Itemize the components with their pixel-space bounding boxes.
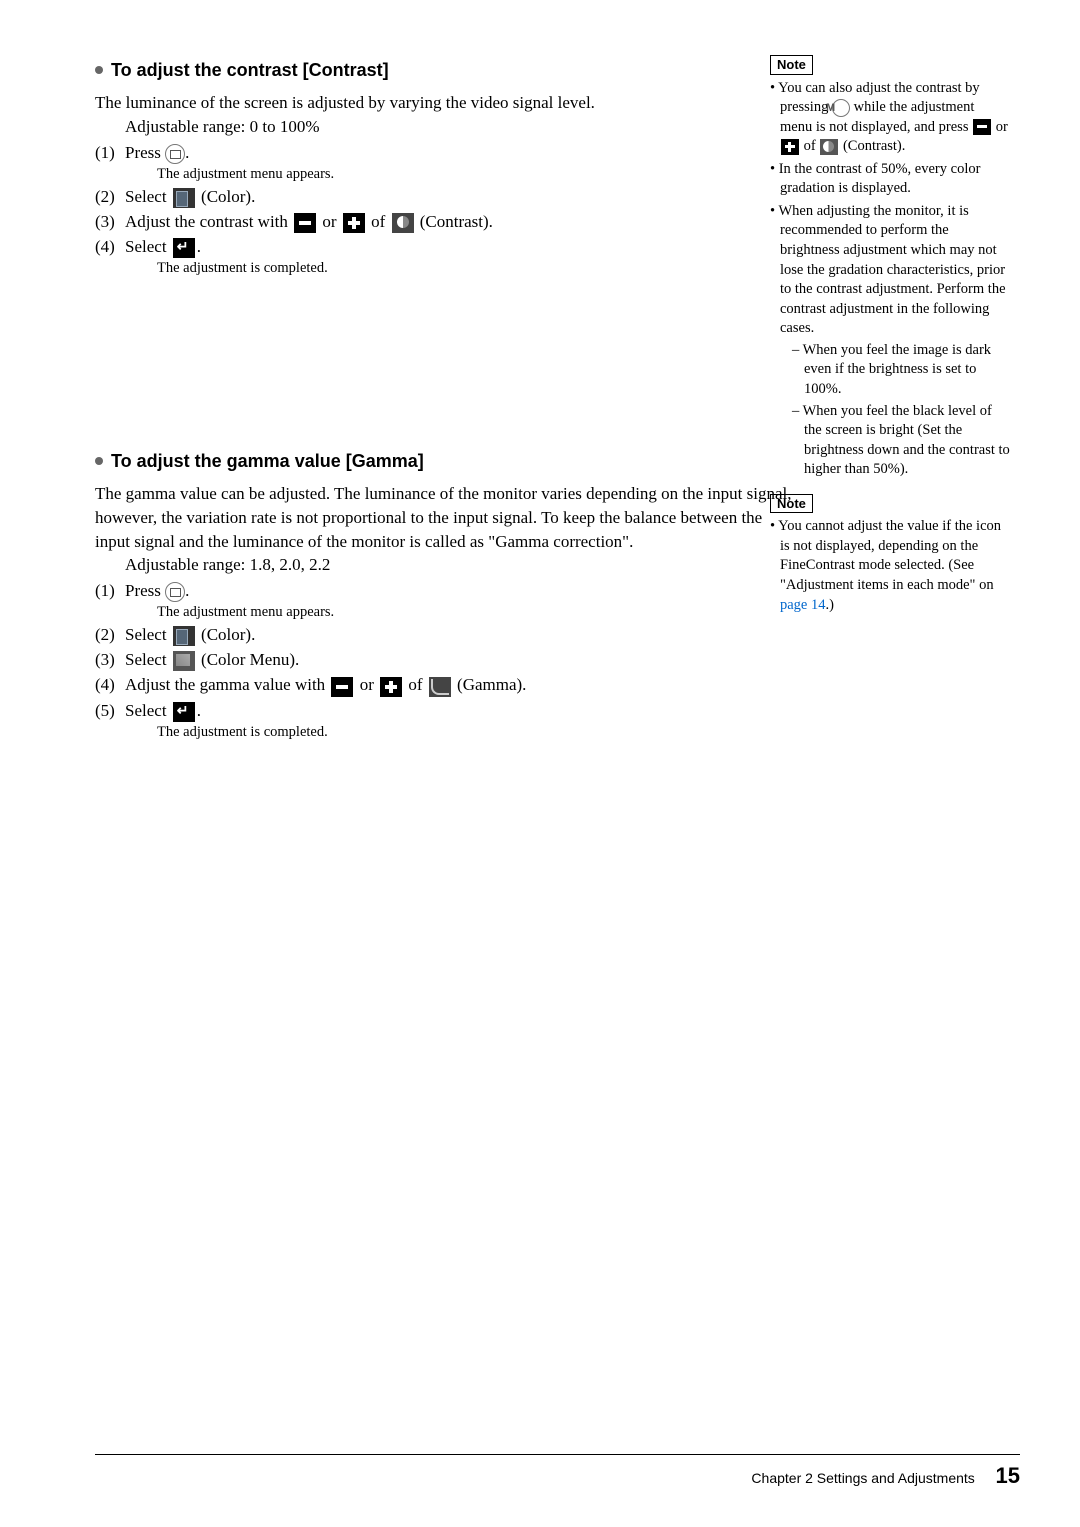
g-step-5: (5)Select . — [95, 701, 795, 722]
color-icon — [173, 188, 195, 208]
color-menu-icon — [173, 651, 195, 671]
step-4-sub: The adjustment is completed. — [157, 260, 795, 277]
step-text-b: (Color). — [197, 625, 256, 644]
step-num: (1) — [95, 581, 125, 601]
step-text-b: . — [185, 143, 189, 162]
note-label: Note — [770, 494, 813, 514]
note-block-2: Note You cannot adjust the value if the … — [770, 494, 1010, 615]
step-num: (1) — [95, 143, 125, 163]
step-num: (5) — [95, 701, 125, 721]
step-of: of — [367, 212, 390, 231]
step-of: of — [404, 675, 427, 694]
note-item: You cannot adjust the value if the icon … — [770, 517, 1010, 615]
page-footer: Chapter 2 Settings and Adjustments 15 — [95, 1454, 1020, 1489]
gamma-icon — [429, 677, 451, 697]
step-num: (4) — [95, 237, 125, 257]
step-3: (3)Adjust the contrast with or of (Contr… — [95, 212, 795, 233]
range-contrast: Adjustable range: 0 to 100% — [125, 115, 795, 139]
step-text-b: (Contrast). — [416, 212, 493, 231]
contrast-icon — [392, 213, 414, 233]
step-4: (4)Select . — [95, 237, 795, 258]
note-block-1: Note You can also adjust the contrast by… — [770, 55, 1010, 480]
chapter-label: Chapter 2 Settings and Adjustments — [751, 1470, 974, 1486]
plus-icon — [781, 139, 799, 155]
step-num: (2) — [95, 625, 125, 645]
step-text-b: . — [185, 581, 189, 600]
heading-text: To adjust the gamma value [Gamma] — [111, 451, 424, 471]
page-number: 15 — [996, 1463, 1020, 1488]
note-text: When adjusting the monitor, it is recomm… — [778, 203, 1005, 336]
step-1: (1)Press . — [95, 143, 795, 164]
menu-button-icon — [165, 144, 185, 164]
menu-button-icon — [165, 582, 185, 602]
step-text: Select — [125, 650, 171, 669]
return-icon — [173, 238, 195, 258]
note-item: When adjusting the monitor, it is recomm… — [770, 202, 1010, 480]
note-text: of — [804, 138, 820, 154]
step-1-sub: The adjustment menu appears. — [157, 166, 795, 183]
note-item: You can also adjust the contrast by pres… — [770, 79, 1010, 157]
step-text-b: (Color Menu). — [197, 650, 299, 669]
step-text-b: (Gamma). — [453, 675, 527, 694]
g-step-5-sub: The adjustment is completed. — [157, 724, 795, 741]
step-or: or — [355, 675, 378, 694]
note-text: or — [996, 119, 1008, 135]
step-text: Select — [125, 237, 171, 256]
step-text: Adjust the gamma value with — [125, 675, 329, 694]
minus-icon — [331, 677, 353, 697]
step-text: Adjust the contrast with — [125, 212, 292, 231]
bullet-icon — [95, 457, 103, 465]
heading-text: To adjust the contrast [Contrast] — [111, 60, 389, 80]
contrast-icon — [820, 139, 838, 155]
step-text: Select — [125, 625, 171, 644]
plus-icon — [380, 677, 402, 697]
step-num: (2) — [95, 187, 125, 207]
intro-text-gamma: The gamma value can be adjusted. The lum… — [95, 482, 795, 553]
g-step-4: (4)Adjust the gamma value with or of (Ga… — [95, 675, 795, 696]
step-text-b: . — [197, 701, 201, 720]
note-subitem: When you feel the black level of the scr… — [780, 402, 1010, 480]
step-text-b: . — [197, 237, 201, 256]
step-text-b: (Color). — [197, 187, 256, 206]
step-num: (3) — [95, 650, 125, 670]
range-gamma: Adjustable range: 1.8, 2.0, 2.2 — [125, 553, 795, 577]
step-2: (2)Select (Color). — [95, 187, 795, 208]
step-text: Press — [125, 581, 165, 600]
note-text: .) — [826, 597, 834, 613]
minus-icon — [294, 213, 316, 233]
bullet-icon — [95, 66, 103, 74]
note-text: (Contrast). — [843, 138, 905, 154]
g-step-1: (1)Press . — [95, 581, 795, 602]
step-text: Select — [125, 187, 171, 206]
m-button-icon — [832, 99, 850, 117]
return-icon — [173, 702, 195, 722]
page-link[interactable]: page 14 — [780, 597, 826, 613]
step-or: or — [318, 212, 341, 231]
step-num: (4) — [95, 675, 125, 695]
step-text: Select — [125, 701, 171, 720]
note-text: You cannot adjust the value if the icon … — [778, 518, 1001, 593]
g-step-2: (2)Select (Color). — [95, 625, 795, 646]
color-icon — [173, 626, 195, 646]
minus-icon — [973, 119, 991, 135]
section-heading-contrast: To adjust the contrast [Contrast] — [95, 60, 795, 81]
note-subitem: When you feel the image is dark even if … — [780, 341, 1010, 400]
intro-text-contrast: The luminance of the screen is adjusted … — [95, 91, 795, 115]
g-step-1-sub: The adjustment menu appears. — [157, 604, 795, 621]
step-num: (3) — [95, 212, 125, 232]
g-step-3: (3)Select (Color Menu). — [95, 650, 795, 671]
step-text: Press — [125, 143, 165, 162]
note-label: Note — [770, 55, 813, 75]
plus-icon — [343, 213, 365, 233]
section-heading-gamma: To adjust the gamma value [Gamma] — [95, 451, 795, 472]
note-item: In the contrast of 50%, every color grad… — [770, 160, 1010, 199]
